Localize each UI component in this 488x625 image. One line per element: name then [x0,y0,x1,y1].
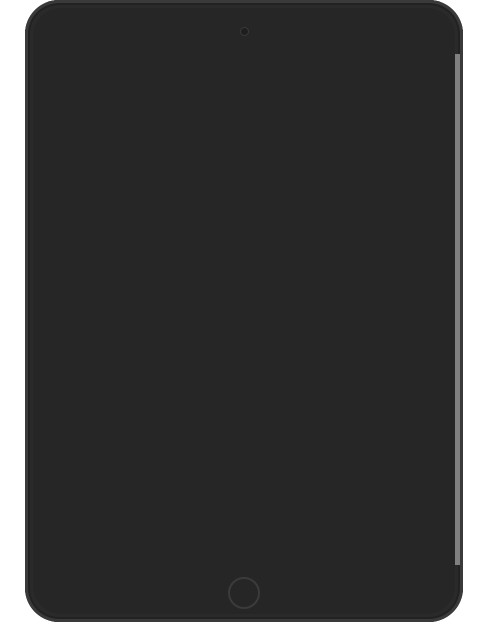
section-title: TESTIMONIALS [205,87,331,112]
avatar [243,385,293,435]
title-underline [228,126,308,130]
rating-stars: ★★★★★ [240,253,296,266]
tablet-frame: TESTIMONIALS AARON FERRARI ★★★★★ I cycle… [25,0,463,622]
rating-stars: ★★★★★ [240,473,296,486]
camera-icon [240,27,249,36]
review-text: My trip with Dublin City Cycles was awes… [146,493,390,548]
screen: TESTIMONIALS AARON FERRARI ★★★★★ I cycle… [76,54,460,565]
author-name: EMILY BOURK [225,447,311,463]
woman-in-hat-avatar-icon [243,385,293,435]
testimonial-card: EMILY BOURK ★★★★★ My trip with Dublin Ci… [130,371,406,565]
home-button[interactable] [228,577,260,609]
testimonial-card: AARON FERRARI ★★★★★ I cycled the Howth S… [130,151,406,355]
author-name: AARON FERRARI [216,227,320,243]
bearded-man-avatar-icon [243,165,293,215]
review-text: I cycled the Howth Summit Coastal route … [144,275,392,330]
avatar [243,165,293,215]
